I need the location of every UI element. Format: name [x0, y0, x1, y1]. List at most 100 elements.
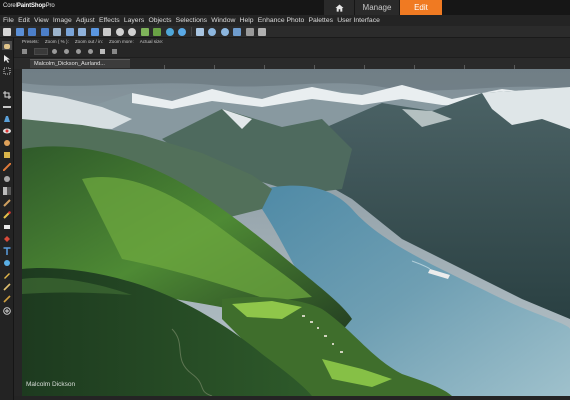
workspace-icon[interactable]	[258, 27, 266, 36]
info-icon[interactable]	[178, 27, 186, 36]
save-as-icon[interactable]	[40, 27, 49, 36]
hand-icon	[4, 43, 10, 49]
clone-brush-icon	[4, 151, 10, 158]
paint-brush-tool[interactable]	[2, 210, 12, 219]
zoom-percent-field[interactable]	[34, 47, 48, 55]
tool-options-labels: Presets: Zoom ( % ): Zoom out / in: Zoom…	[22, 39, 169, 44]
fit-button[interactable]	[112, 48, 117, 54]
presets-dropdown[interactable]	[22, 48, 27, 54]
smudge-icon	[3, 198, 11, 207]
menu-selections[interactable]: Selections	[176, 17, 207, 24]
undo-icon[interactable]	[115, 27, 124, 36]
add-tool-button[interactable]	[2, 306, 12, 315]
plus-circle-icon	[3, 306, 11, 315]
tab-edit[interactable]: Edit	[400, 0, 442, 15]
menu-help[interactable]: Help	[240, 17, 254, 24]
zoom-out-in-label: Zoom out / in:	[74, 39, 103, 44]
red-eye-tool[interactable]	[2, 126, 12, 135]
flood-fill-tool[interactable]	[2, 234, 12, 243]
mesh-warp-icon	[3, 294, 11, 303]
mesh-warp-tool[interactable]	[2, 294, 12, 303]
actual-size-label: Actual size:	[139, 39, 164, 44]
pen-tool[interactable]	[2, 270, 12, 279]
canvas-margin	[14, 69, 22, 400]
fit-window-icon[interactable]	[195, 27, 204, 36]
title-bar: CorelPaintShopPro Manage Edit	[0, 0, 570, 15]
document-tab[interactable]: Malcolm_Dickson_Aurland...	[30, 59, 130, 68]
preset-shape-tool[interactable]	[2, 258, 12, 267]
tab-manage[interactable]: Manage	[355, 0, 399, 15]
actual-size-button[interactable]	[100, 48, 105, 54]
marquee-icon	[3, 67, 11, 74]
lighten-darken-icon	[3, 186, 11, 195]
zoom-more-in-button[interactable]	[88, 48, 93, 54]
toolbar-separator	[190, 27, 192, 36]
dodge-tool[interactable]	[2, 174, 12, 183]
menu-layers[interactable]: Layers	[124, 17, 144, 24]
refresh-icon[interactable]	[165, 27, 174, 36]
perspective-icon	[4, 115, 10, 122]
zoom-in-button[interactable]	[64, 48, 69, 54]
paint-brush-icon	[3, 210, 11, 219]
menu-palettes[interactable]: Palettes	[308, 17, 333, 24]
menu-view[interactable]: View	[34, 17, 49, 24]
resize-icon[interactable]	[245, 27, 254, 36]
full-screen-icon[interactable]	[233, 27, 241, 36]
paste-icon[interactable]	[153, 27, 161, 36]
tool-options-palette: Presets: Zoom ( % ): Zoom out / in: Zoom…	[0, 38, 570, 57]
scan-icon[interactable]	[78, 27, 86, 36]
menu-file[interactable]: File	[3, 17, 14, 24]
zoom-more-out-button[interactable]	[76, 48, 81, 54]
menu-objects[interactable]: Objects	[148, 17, 171, 24]
menu-enhance-photo[interactable]: Enhance Photo	[258, 17, 304, 24]
zoom-in-icon[interactable]	[208, 27, 216, 36]
presets-label: Presets:	[22, 39, 39, 44]
save-icon[interactable]	[28, 27, 36, 36]
straighten-icon	[3, 105, 11, 108]
email-icon[interactable]	[65, 27, 74, 36]
text-tool[interactable]	[2, 246, 12, 255]
makeover-tool[interactable]	[2, 138, 12, 147]
smudge-tool[interactable]	[2, 198, 12, 207]
pen-icon	[4, 272, 10, 279]
image-canvas[interactable]: Malcolm Dickson	[22, 69, 570, 396]
zoom-out-icon[interactable]	[220, 27, 229, 36]
tool-options-controls	[22, 47, 124, 55]
workspace-tabs: Manage Edit	[324, 0, 442, 15]
menu-bar: File Edit View Image Adjust Effects Laye…	[0, 15, 570, 26]
copy-icon[interactable]	[140, 27, 149, 36]
eye-icon	[3, 128, 11, 133]
pan-tool[interactable]	[2, 41, 12, 50]
scratch-remover-tool[interactable]	[2, 162, 12, 171]
cut-icon[interactable]	[103, 27, 111, 36]
menu-effects[interactable]: Effects	[99, 17, 120, 24]
redo-icon[interactable]	[128, 27, 136, 36]
menu-edit[interactable]: Edit	[18, 17, 30, 24]
selection-tool[interactable]	[2, 66, 12, 75]
zoom-label: Zoom ( % ):	[44, 39, 69, 44]
photo-watermark: Malcolm Dickson	[26, 381, 76, 388]
clone-brush-tool[interactable]	[2, 150, 12, 159]
pick-tool[interactable]	[2, 54, 12, 63]
eraser-tool[interactable]	[2, 222, 12, 231]
crop-icon	[3, 90, 11, 99]
lighten-darken-tool[interactable]	[2, 186, 12, 195]
scratch-remover-icon	[3, 162, 11, 171]
menu-window[interactable]: Window	[211, 17, 235, 24]
warp-brush-tool[interactable]	[2, 282, 12, 291]
warp-brush-icon	[3, 282, 11, 291]
menu-adjust[interactable]: Adjust	[76, 17, 95, 24]
print-icon[interactable]	[53, 27, 61, 36]
menu-user-interface[interactable]: User Interface	[337, 17, 380, 24]
open-file-icon[interactable]	[15, 27, 24, 36]
new-file-icon[interactable]	[3, 27, 11, 36]
crop-tool[interactable]	[2, 90, 12, 99]
text-icon	[3, 246, 11, 255]
share-icon[interactable]	[90, 27, 99, 36]
perspective-tool[interactable]	[2, 114, 12, 123]
shape-icon	[4, 259, 10, 266]
zoom-out-button[interactable]	[52, 48, 57, 54]
home-tab[interactable]	[324, 0, 354, 15]
straighten-tool[interactable]	[2, 102, 12, 111]
menu-image[interactable]: Image	[53, 17, 72, 24]
